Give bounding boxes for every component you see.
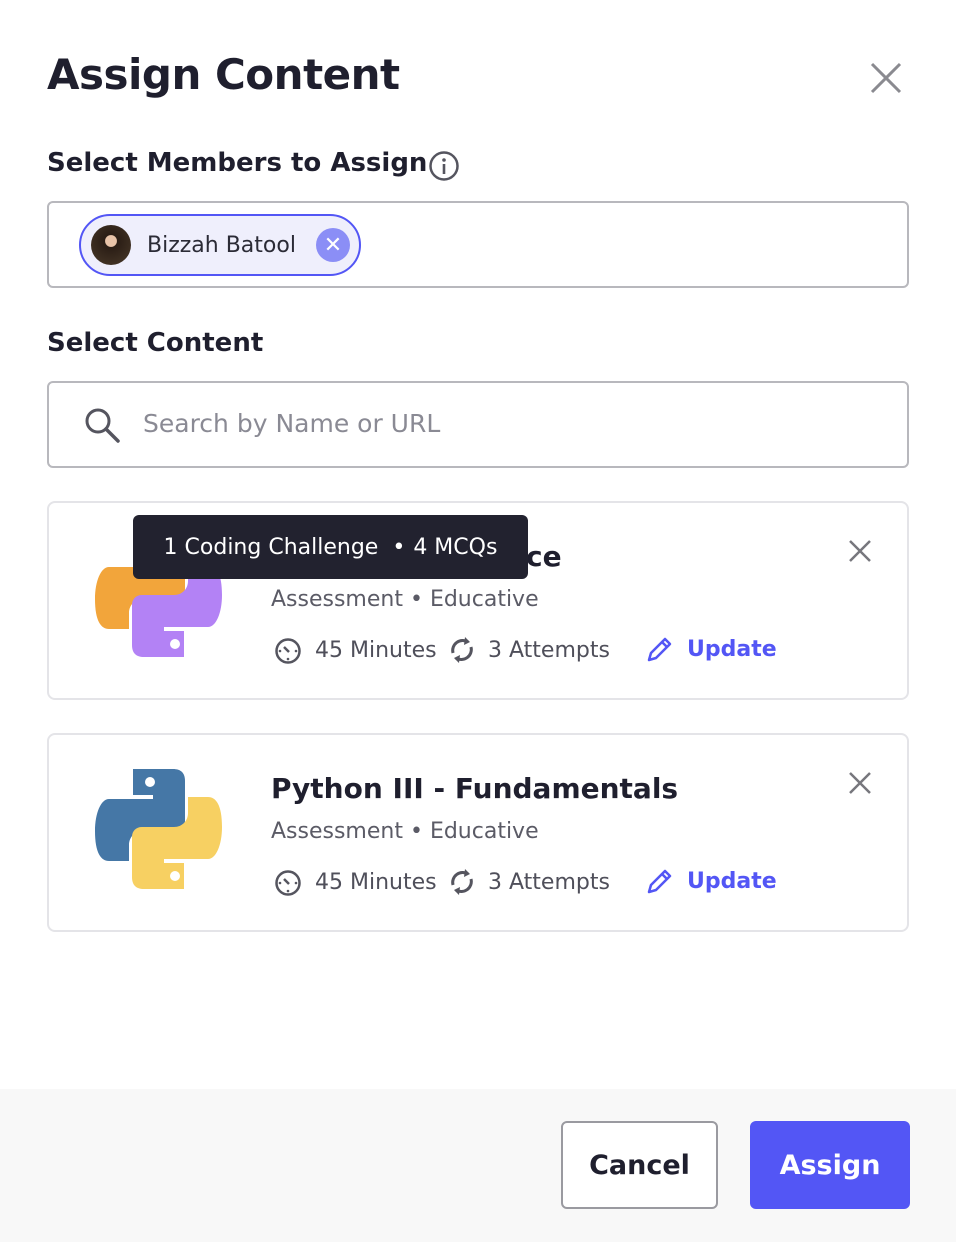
remove-content-icon[interactable]: [845, 536, 875, 566]
content-label: Select Content: [47, 328, 264, 358]
close-icon[interactable]: [868, 60, 904, 96]
cancel-button[interactable]: Cancel: [561, 1121, 718, 1209]
tooltip: 1 Coding Challenge • 4 MCQs: [133, 515, 528, 579]
timer-icon: [275, 870, 301, 896]
remove-content-icon[interactable]: [845, 768, 875, 798]
timer-icon: [275, 638, 301, 664]
members-label: Select Members to Assign: [47, 148, 428, 178]
attempts: 3 Attempts: [448, 867, 610, 897]
update-button[interactable]: Update: [645, 634, 777, 664]
attempts: 3 Attempts: [448, 635, 610, 665]
pencil-icon: [647, 637, 672, 662]
member-chip: Bizzah Batool ✕: [79, 214, 361, 276]
duration: 45 Minutes: [273, 867, 437, 897]
info-icon[interactable]: [428, 150, 460, 182]
update-button[interactable]: Update: [645, 866, 777, 896]
assign-button[interactable]: Assign: [750, 1121, 910, 1209]
refresh-icon: [451, 869, 473, 895]
duration: 45 Minutes: [273, 635, 437, 665]
content-meta: Assessment • Educative: [271, 819, 539, 844]
member-name: Bizzah Batool: [147, 232, 296, 258]
content-title: Python III - Fundamentals: [271, 772, 679, 805]
dialog-title: Assign Content: [47, 50, 400, 99]
search-placeholder: Search by Name or URL: [143, 409, 441, 438]
refresh-icon: [451, 637, 473, 663]
remove-member-icon[interactable]: ✕: [315, 228, 350, 262]
search-icon: [85, 408, 120, 443]
python-logo-icon: [95, 769, 222, 889]
content-meta: Assessment • Educative: [271, 587, 539, 612]
avatar: [91, 225, 131, 265]
content-title: ce: [526, 540, 562, 573]
pencil-icon: [647, 869, 672, 894]
